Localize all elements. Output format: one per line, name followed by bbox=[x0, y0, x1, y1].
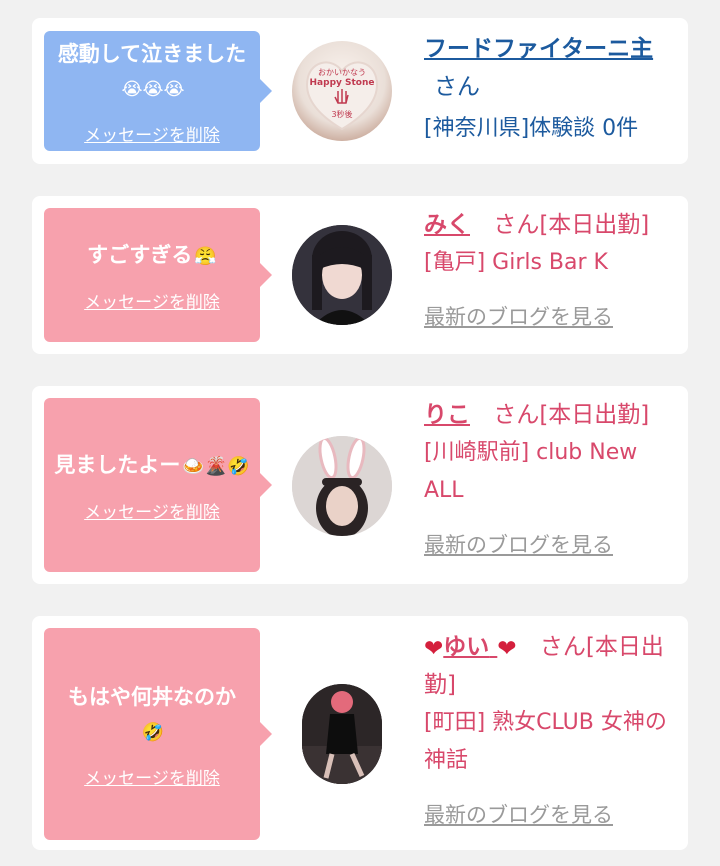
user-details: [川崎駅前] club New ALL bbox=[424, 440, 638, 503]
blog-link-wrap: 最新のブログを見る bbox=[424, 526, 674, 565]
delete-message-link[interactable]: メッセージを削除 bbox=[84, 121, 220, 146]
laughing-emoji-icon: 🤣 bbox=[141, 721, 165, 743]
delete-message-link[interactable]: メッセージを削除 bbox=[84, 288, 220, 313]
message-bubble: 見ましたよー 🍛🌋🤣 メッセージを削除 bbox=[44, 398, 272, 572]
user-name-text: ゆい bbox=[443, 634, 490, 660]
latest-blog-link[interactable]: 最新のブログを見る bbox=[424, 305, 613, 329]
user-details: [町田] 熟女CLUB 女神の神話 bbox=[424, 710, 667, 773]
user-details: [亀戸] Girls Bar K bbox=[424, 250, 608, 275]
avatar[interactable] bbox=[292, 225, 392, 325]
message-card: すごすぎる 😤 メッセージを削除 みく さん[本日出勤] [亀戸] Girls B… bbox=[32, 196, 688, 354]
honorific: さん bbox=[434, 74, 480, 100]
honorific: さん[本日出勤] bbox=[493, 402, 650, 428]
message-text: すごすぎる 😤 bbox=[87, 238, 217, 274]
user-info: みく さん[本日出勤] [亀戸] Girls Bar K 最新のブログを見る bbox=[424, 206, 674, 337]
message-bubble: すごすぎる 😤 メッセージを削除 bbox=[44, 208, 272, 342]
user-name-link[interactable]: みく bbox=[424, 212, 470, 238]
mixed-emoji-icon: 🍛🌋🤣 bbox=[182, 455, 250, 477]
avatar[interactable]: おかいかなう Happy Stone 3秒後 bbox=[292, 41, 392, 141]
name-line: りこ さん[本日出勤] bbox=[424, 396, 674, 434]
latest-blog-link[interactable]: 最新のブログを見る bbox=[424, 803, 613, 827]
message-body: もはや何丼なのか bbox=[68, 684, 236, 709]
user-info: ❤ゆい ❤ さん[本日出勤] [町田] 熟女CLUB 女神の神話 最新のブログを… bbox=[424, 628, 674, 835]
profile-photo bbox=[292, 225, 392, 325]
svg-text:3秒後: 3秒後 bbox=[331, 109, 352, 119]
message-bubble: 感動して泣きました 😭😭😭 メッセージを削除 bbox=[44, 31, 272, 151]
name-line: フードファイターニ主 さん bbox=[424, 30, 674, 106]
user-info: フードファイターニ主 さん [神奈川県]体験談 0件 bbox=[424, 30, 674, 148]
delete-message-link[interactable]: メッセージを削除 bbox=[84, 764, 220, 789]
avatar[interactable] bbox=[292, 436, 392, 536]
profile-photo bbox=[302, 684, 382, 784]
angry-emoji-icon: 😤 bbox=[194, 245, 217, 267]
avatar[interactable] bbox=[302, 684, 382, 784]
user-name-link[interactable]: フードファイターニ主 bbox=[424, 36, 653, 62]
message-text: もはや何丼なのか 🤣 bbox=[68, 680, 236, 750]
name-line: みく さん[本日出勤] bbox=[424, 206, 674, 244]
name-line: ❤ゆい ❤ さん[本日出勤] bbox=[424, 628, 674, 704]
blog-link-wrap: 最新のブログを見る bbox=[424, 298, 674, 337]
user-info: りこ さん[本日出勤] [川崎駅前] club New ALL 最新のブログを見… bbox=[424, 396, 674, 565]
message-text: 感動して泣きました 😭😭😭 bbox=[52, 37, 252, 107]
message-text: 見ましたよー 🍛🌋🤣 bbox=[54, 448, 249, 484]
heart-icon: ❤ bbox=[424, 636, 444, 662]
message-card: もはや何丼なのか 🤣 メッセージを削除 ❤ゆい ❤ さん[本日出勤] [町田] 熟… bbox=[32, 616, 688, 850]
honorific: さん[本日出勤] bbox=[493, 212, 650, 238]
user-name-link[interactable]: ❤ゆい ❤ bbox=[424, 634, 517, 662]
latest-blog-link[interactable]: 最新のブログを見る bbox=[424, 533, 613, 557]
message-body: すごすぎる bbox=[87, 242, 193, 267]
heart-icon: ❤ bbox=[497, 636, 517, 662]
message-card: 感動して泣きました 😭😭😭 メッセージを削除 おかいかなう Happy Stone… bbox=[32, 18, 688, 164]
user-details: [神奈川県]体験談 0件 bbox=[424, 116, 639, 141]
crying-emoji-icon: 😭😭😭 bbox=[121, 78, 185, 100]
user-name-link[interactable]: りこ bbox=[424, 402, 470, 428]
heart-stone-image: おかいかなう Happy Stone 3秒後 bbox=[306, 61, 378, 131]
message-bubble: もはや何丼なのか 🤣 メッセージを削除 bbox=[44, 628, 272, 840]
delete-message-link[interactable]: メッセージを削除 bbox=[84, 498, 220, 523]
profile-photo bbox=[292, 436, 392, 536]
svg-text:おかいかなう: おかいかなう bbox=[318, 68, 366, 77]
message-body: 感動して泣きました bbox=[57, 41, 247, 66]
blog-link-wrap: 最新のブログを見る bbox=[424, 796, 674, 835]
message-body: 見ましたよー bbox=[54, 452, 181, 477]
message-card: 見ましたよー 🍛🌋🤣 メッセージを削除 りこ さん[本日出勤] [川崎駅前] cl… bbox=[32, 386, 688, 584]
svg-text:Happy Stone: Happy Stone bbox=[310, 78, 375, 88]
